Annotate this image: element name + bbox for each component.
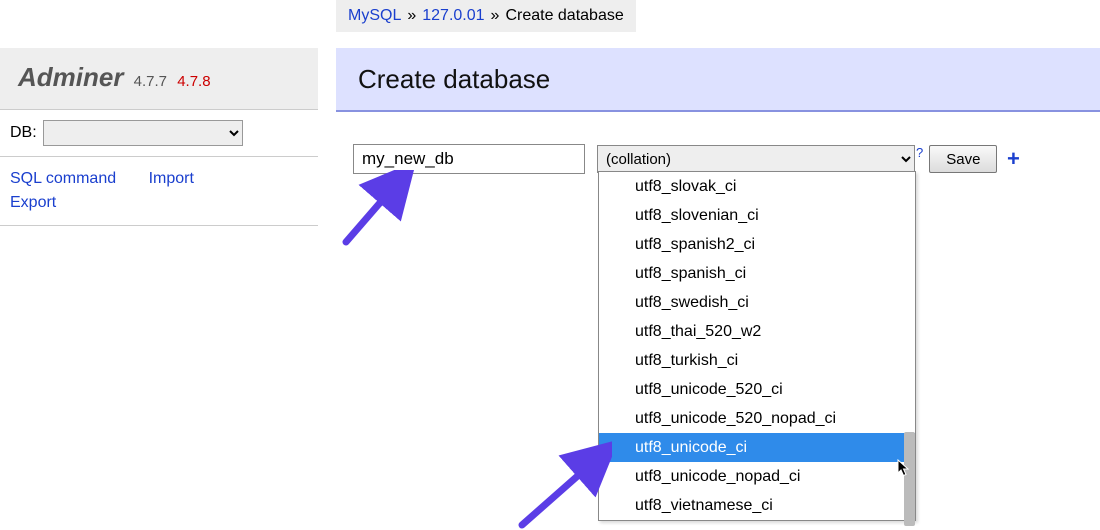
breadcrumb-driver[interactable]: MySQL xyxy=(348,7,401,25)
collation-option[interactable]: utf8_spanish2_ci xyxy=(599,230,915,259)
breadcrumb-host[interactable]: 127.0.01 xyxy=(422,7,484,25)
db-name-input[interactable] xyxy=(353,144,585,174)
collation-option[interactable]: utf8_slovak_ci xyxy=(599,172,915,201)
collation-option[interactable]: utf8_vietnamese_ci xyxy=(599,491,915,520)
app-title: Adminer xyxy=(18,62,123,92)
collation-dropdown-list[interactable]: utf8_slovak_ciutf8_slovenian_ciutf8_span… xyxy=(598,171,916,521)
collation-option[interactable]: utf8_unicode_nopad_ci xyxy=(599,462,915,491)
breadcrumb-sep: » xyxy=(491,7,500,25)
link-import[interactable]: Import xyxy=(149,170,194,187)
collation-option[interactable]: utf8_turkish_ci xyxy=(599,346,915,375)
collation-option[interactable]: utf8_unicode_ci xyxy=(599,433,915,462)
db-selector-row: DB: xyxy=(0,109,318,157)
scrollbar-thumb[interactable] xyxy=(904,432,915,526)
collation-select[interactable]: (collation) xyxy=(597,145,915,173)
page-title: Create database xyxy=(336,48,1100,112)
collation-option[interactable]: utf8_unicode_520_nopad_ci xyxy=(599,404,915,433)
breadcrumb-current: Create database xyxy=(505,7,623,25)
app-version: 4.7.7 xyxy=(134,73,167,90)
breadcrumb-sep: » xyxy=(407,7,416,25)
db-label: DB: xyxy=(10,124,37,142)
save-button[interactable]: Save xyxy=(929,145,997,173)
app-new-version[interactable]: 4.7.8 xyxy=(177,73,210,90)
create-db-form: (collation) ? Save + xyxy=(353,144,1023,174)
link-sql-command[interactable]: SQL command xyxy=(10,170,116,187)
collation-option[interactable]: utf8_thai_520_w2 xyxy=(599,317,915,346)
help-icon[interactable]: ? xyxy=(916,145,923,160)
logo-box: Adminer 4.7.7 4.7.8 xyxy=(0,48,318,109)
link-export[interactable]: Export xyxy=(10,194,56,211)
side-links: SQL command Import Export xyxy=(0,157,318,226)
collation-option[interactable]: utf8_slovenian_ci xyxy=(599,201,915,230)
breadcrumb: MySQL » 127.0.01 » Create database xyxy=(336,0,636,32)
collation-option[interactable]: utf8_swedish_ci xyxy=(599,288,915,317)
db-select[interactable] xyxy=(43,120,243,146)
collation-option[interactable]: utf8_spanish_ci xyxy=(599,259,915,288)
plus-icon[interactable]: + xyxy=(1003,149,1023,169)
collation-option[interactable]: utf8_unicode_520_ci xyxy=(599,375,915,404)
sidebar: Adminer 4.7.7 4.7.8 DB: SQL command Impo… xyxy=(0,48,318,226)
annotation-arrow-icon xyxy=(338,170,418,250)
annotation-arrow-icon xyxy=(512,440,612,530)
